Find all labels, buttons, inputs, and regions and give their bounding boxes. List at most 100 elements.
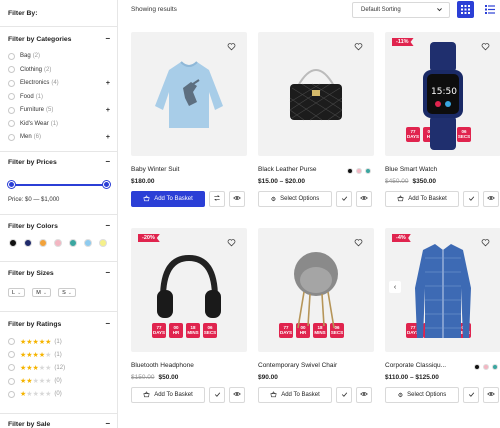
collapse-sizes-icon[interactable]: − [105,269,110,277]
size-option[interactable]: S ⌄ [58,288,76,297]
color-swatch[interactable] [39,239,47,247]
collapse-prices-icon[interactable]: − [105,158,110,166]
rating-filter[interactable]: ★★★★★ (0) [8,390,62,399]
collapse-colors-icon[interactable]: − [105,222,110,230]
color-option-dot[interactable] [347,168,353,174]
color-swatch[interactable] [84,239,92,247]
product-name[interactable]: Black Leather Purse [258,166,317,173]
category-item[interactable]: Furniture (5) + [8,105,110,115]
collapse-ratings-icon[interactable]: − [105,320,110,328]
compare-button[interactable] [463,387,479,403]
compare-button[interactable] [336,191,352,207]
color-swatch[interactable] [9,239,17,247]
image-prev-button[interactable]: ‹ [389,281,401,293]
rating-filter[interactable]: ★★★★★ (1) [8,350,62,359]
quick-view-button[interactable] [229,387,245,403]
rating-radio[interactable] [8,390,15,398]
category-item[interactable]: Bag (2) [8,51,110,61]
add-to-basket-button[interactable]: Add To Basket [131,387,205,403]
list-view-button[interactable] [481,1,498,18]
category-radio[interactable] [8,106,15,114]
divider [0,151,118,152]
chevron-down-icon: ⌄ [67,289,72,296]
star-rating-icon: ★★★★★ [20,364,52,372]
product-name[interactable]: Corporate Classiqu... [385,362,446,369]
sale-heading[interactable]: Filter by Sale [8,421,50,428]
rating-radio[interactable] [8,377,15,385]
price-slider-max-handle[interactable] [103,181,110,188]
sort-select[interactable]: Default Sorting [352,2,450,18]
product-name[interactable]: Blue Smart Watch [385,166,437,173]
price-slider-min-handle[interactable] [8,181,15,188]
add-to-basket-button[interactable]: Add To Basket [385,191,459,207]
list-icon [484,5,495,14]
color-option-dot[interactable] [483,364,489,370]
color-option-dot[interactable] [365,168,371,174]
rating-count: (1) [54,351,62,358]
categories-heading[interactable]: Filter by Categories [8,36,71,43]
compare-button[interactable] [336,387,352,403]
expand-plus-icon[interactable]: + [106,80,110,87]
current-price: $350.00 [412,178,437,185]
quick-view-button[interactable] [483,191,499,207]
chevron-left-icon: ‹ [393,283,397,291]
quick-view-button[interactable] [229,191,245,207]
basket-icon [143,390,150,400]
ratings-heading[interactable]: Filter by Ratings [8,321,61,328]
collapse-sale-icon[interactable]: − [105,420,110,428]
divider [0,261,118,262]
quick-view-button[interactable] [356,191,372,207]
rating-radio[interactable] [8,364,15,372]
collapse-categories-icon[interactable]: − [105,35,110,43]
add-to-basket-button[interactable]: Add To Basket [258,387,332,403]
compare-button[interactable] [463,191,479,207]
color-swatch[interactable] [54,239,62,247]
rating-filter[interactable]: ★★★★★ (0) [8,377,62,386]
product-name[interactable]: Baby Winter Suit [131,166,179,173]
category-item[interactable]: Men (6) + [8,132,110,142]
select-options-button[interactable]: ⚙ Select Options [258,191,332,207]
category-item[interactable]: Electronics (4) + [8,78,110,88]
category-item[interactable]: Kid's Wear (1) [8,119,110,129]
price-slider-track[interactable] [11,184,107,186]
colors-heading[interactable]: Filter by Colors [8,223,58,230]
category-radio[interactable] [8,93,15,100]
product-price: $15.00 – $20.00 [258,178,305,185]
product-name[interactable]: Contemporary Swivel Chair [258,362,337,369]
color-option-dot[interactable] [474,364,480,370]
compare-button[interactable] [209,191,225,207]
sweater-image [155,61,223,128]
color-swatch[interactable] [69,239,77,247]
color-swatch[interactable] [24,239,32,247]
size-label: S [62,289,66,296]
size-option[interactable]: L ⌄ [8,288,26,297]
add-to-basket-button[interactable]: Add To Basket [131,191,205,207]
color-option-dot[interactable] [492,364,498,370]
rating-filter[interactable]: ★★★★★ (12) [8,363,65,372]
size-label: M [36,289,41,296]
rating-radio[interactable] [8,338,15,345]
category-item[interactable]: Food (1) [8,92,110,102]
category-radio[interactable] [8,52,15,60]
category-radio[interactable] [8,79,15,87]
quick-view-button[interactable] [483,387,499,403]
expand-plus-icon[interactable]: + [106,107,110,114]
size-option[interactable]: M ⌄ [32,288,52,297]
expand-plus-icon[interactable]: + [106,134,110,141]
select-options-button[interactable]: ⚙ Select Options [385,387,459,403]
sizes-heading[interactable]: Filter by Sizes [8,270,54,277]
rating-filter[interactable]: ★★★★★ (1) [8,337,62,346]
prices-heading[interactable]: Filter by Prices [8,159,57,166]
category-count: (2) [32,53,41,59]
product-name[interactable]: Bluetooth Headphone [131,362,194,369]
compare-button[interactable] [209,387,225,403]
quick-view-button[interactable] [356,387,372,403]
grid-view-button[interactable] [457,1,474,18]
category-radio[interactable] [8,66,15,73]
color-option-dot[interactable] [356,168,362,174]
category-radio[interactable] [8,133,15,141]
rating-radio[interactable] [8,351,15,359]
color-swatch[interactable] [99,239,107,247]
category-item[interactable]: Clothing (2) [8,65,110,75]
category-radio[interactable] [8,120,15,127]
